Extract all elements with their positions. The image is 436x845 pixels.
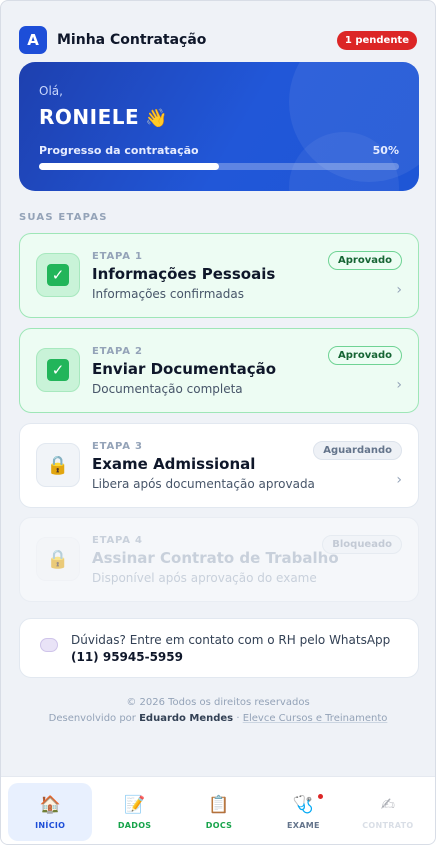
step-number: ETAPA 2 <box>92 346 143 357</box>
status-badge: Aprovado <box>328 346 402 365</box>
progress-value: 50% <box>372 144 399 157</box>
steps-section-title: SUAS ETAPAS <box>19 212 108 223</box>
help-card[interactable]: Dúvidas? Entre em contato com o RH pelo … <box>19 618 419 678</box>
status-badge: Bloqueado <box>322 535 402 554</box>
chevron-right-icon: › <box>396 282 402 298</box>
bottom-nav: 🏠 INÍCIO 📝 DADOS 📋 DOCS 🩺 EXAME ✍ CONTRA… <box>1 776 435 844</box>
app-frame: A Minha Contratação 1 pendente Olá, RONI… <box>0 0 436 845</box>
nav-label: DADOS <box>117 820 152 830</box>
welcome-card: Olá, RONIELE 👋 Progresso da contratação 5… <box>19 62 419 191</box>
credits-text: Desenvolvido por Eduardo Mendes · Elevce… <box>1 713 435 724</box>
step-subtitle: Informações confirmadas <box>92 287 244 301</box>
step-status-icon-box: ✓ <box>36 348 80 392</box>
lock-icon: 🔒 <box>46 548 70 570</box>
step-status-icon-box: 🔒 <box>36 537 80 581</box>
progress-label: Progresso da contratação <box>39 144 199 157</box>
chevron-right-icon: › <box>396 472 402 488</box>
help-message: Dúvidas? Entre em contato com o RH pelo … <box>71 633 391 647</box>
nav-label: INÍCIO <box>35 820 66 830</box>
nav-item-docs[interactable]: 📋 DOCS <box>177 783 261 841</box>
step-title: Enviar Documentação <box>92 360 277 378</box>
step-subtitle: Libera após documentação aprovada <box>92 477 315 491</box>
step-number: ETAPA 1 <box>92 251 143 262</box>
brand-link[interactable]: Elevce Cursos e Treinamento <box>243 713 388 724</box>
waving-hand-icon: 👋 <box>145 108 169 129</box>
nav-label: CONTRATO <box>362 820 414 830</box>
nav-label: EXAME <box>287 820 320 830</box>
step-title: Informações Pessoais <box>92 265 276 283</box>
chevron-right-icon: › <box>396 377 402 393</box>
notification-dot <box>318 794 324 799</box>
copyright-text: © 2026 Todos os direitos reservados <box>126 697 310 708</box>
home-icon: 🏠 <box>39 794 61 815</box>
step-number: ETAPA 4 <box>92 535 143 546</box>
progress-bar-fill <box>39 163 219 170</box>
nav-label: DOCS <box>205 820 233 830</box>
step-number: ETAPA 3 <box>92 441 143 452</box>
app-header: A Minha Contratação 1 pendente <box>19 26 417 54</box>
credits-prefix: Desenvolvido por <box>48 713 140 724</box>
step-subtitle: Disponível após aprovação do exame <box>92 571 317 585</box>
nav-item-contrato: ✍ CONTRATO <box>346 783 430 841</box>
memo-icon: 📝 <box>124 794 146 815</box>
status-badge: Aprovado <box>328 251 402 270</box>
stethoscope-icon: 🩺 <box>292 794 314 815</box>
page-title: Minha Contratação <box>57 32 207 48</box>
progress-bar <box>39 163 399 170</box>
pending-badge[interactable]: 1 pendente <box>336 30 417 50</box>
user-name: RONIELE 👋 <box>39 105 168 129</box>
step-title: Exame Admissional <box>92 455 256 473</box>
help-text: Dúvidas? Entre em contato com o RH pelo … <box>71 632 401 666</box>
writing-hand-icon: ✍ <box>380 794 395 815</box>
whatsapp-phone-link[interactable]: (11) 95945-5959 <box>71 650 183 664</box>
greeting-text: Olá, <box>39 84 63 98</box>
step-status-icon-box: ✓ <box>36 253 80 297</box>
check-icon: ✓ <box>47 264 69 286</box>
step-card-sign-contract: 🔒 ETAPA 4 Assinar Contrato de Trabalho D… <box>19 517 419 602</box>
developer-name: Eduardo Mendes <box>139 713 234 724</box>
check-icon: ✓ <box>47 359 69 381</box>
step-subtitle: Documentação completa <box>92 382 243 396</box>
step-status-icon-box: 🔒 <box>36 443 80 487</box>
speech-bubble-icon <box>40 638 58 652</box>
nav-item-dados[interactable]: 📝 DADOS <box>92 783 176 841</box>
nav-item-inicio[interactable]: 🏠 INÍCIO <box>8 783 93 841</box>
step-title: Assinar Contrato de Trabalho <box>92 549 339 567</box>
app-logo: A <box>19 26 47 54</box>
step-card-documentation[interactable]: ✓ ETAPA 2 Enviar Documentação Documentaç… <box>19 328 419 413</box>
step-card-medical-exam[interactable]: 🔒 ETAPA 3 Exame Admissional Libera após … <box>19 423 419 508</box>
clipboard-icon: 📋 <box>208 794 230 815</box>
credits-separator: · <box>233 713 243 724</box>
nav-item-exame[interactable]: 🩺 EXAME <box>261 783 345 841</box>
lock-icon: 🔒 <box>46 454 70 476</box>
status-badge: Aguardando <box>313 441 402 460</box>
step-card-personal-info[interactable]: ✓ ETAPA 1 Informações Pessoais Informaçõ… <box>19 233 419 318</box>
user-name-text: RONIELE <box>39 105 140 129</box>
